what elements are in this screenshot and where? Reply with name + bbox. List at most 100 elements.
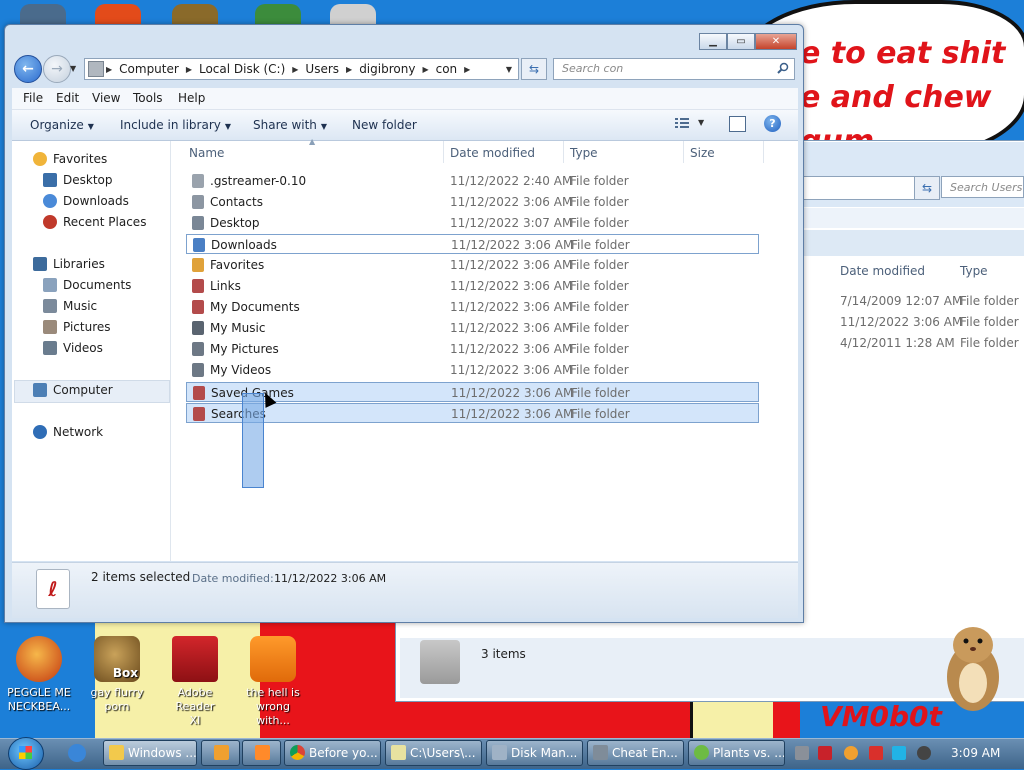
- background-search-input[interactable]: Search Users: [941, 176, 1024, 198]
- desktop-shortcut-uc[interactable]: the hell is wrong with...: [238, 636, 308, 728]
- file-row[interactable]: .gstreamer-0.10 11/12/2022 2:40 AM File fo…: [186, 171, 759, 191]
- taskbar-notepad[interactable]: C:\Users\...: [385, 740, 482, 766]
- box-badge: Box: [112, 666, 138, 680]
- file-row[interactable]: Desktop 11/12/2022 3:07 AM File folder: [186, 213, 759, 233]
- column-divider[interactable]: [683, 141, 684, 163]
- nav-favorites[interactable]: Favorites: [33, 152, 107, 166]
- desktop-icon-top[interactable]: [255, 4, 301, 24]
- background-address-bar[interactable]: [803, 176, 915, 200]
- file-type: File folder: [570, 258, 629, 272]
- nav-libraries[interactable]: Libraries: [33, 257, 105, 271]
- file-row[interactable]: My Pictures 11/12/2022 3:06 AM File folder: [186, 339, 759, 359]
- breadcrumb-local-disk[interactable]: Local Disk (C:): [194, 62, 290, 76]
- preview-pane-icon[interactable]: [729, 116, 746, 132]
- column-divider[interactable]: [563, 141, 564, 163]
- menu-edit[interactable]: Edit: [56, 91, 79, 105]
- menu-file[interactable]: File: [23, 91, 43, 105]
- file-row[interactable]: My Documents 11/12/2022 3:06 AM File folde…: [186, 297, 759, 317]
- nav-videos[interactable]: Videos: [43, 341, 103, 355]
- nav-downloads[interactable]: Downloads: [43, 194, 129, 208]
- chevron-right-icon[interactable]: ▶: [344, 65, 354, 74]
- breadcrumb-users[interactable]: Users: [300, 62, 344, 76]
- nav-pictures[interactable]: Pictures: [43, 320, 111, 334]
- recent-pages-dropdown[interactable]: ▼: [70, 64, 76, 73]
- desktop-shortcut-box[interactable]: Box gay flurry porn: [82, 636, 152, 714]
- change-view-icon[interactable]: [675, 117, 689, 129]
- column-date-modified[interactable]: Date modified: [840, 264, 925, 278]
- tray-icon[interactable]: [844, 746, 858, 760]
- tray-icon[interactable]: [869, 746, 883, 760]
- column-size[interactable]: Size: [690, 146, 715, 160]
- file-row[interactable]: Contacts 11/12/2022 3:06 AM File folder: [186, 192, 759, 212]
- desktop-icon-top[interactable]: [172, 4, 218, 24]
- forward-button[interactable]: →: [43, 55, 71, 83]
- nav-recent-places[interactable]: Recent Places: [43, 215, 146, 229]
- file-row-selected[interactable]: Searches 11/12/2022 3:06 AM File folder: [186, 403, 759, 423]
- desktop-icon-top[interactable]: [20, 4, 66, 24]
- chevron-right-icon[interactable]: ▶: [104, 65, 114, 74]
- background-refresh-button[interactable]: ⇆: [914, 176, 940, 200]
- file-name: My Documents: [210, 300, 300, 314]
- internet-explorer-icon[interactable]: [68, 744, 86, 762]
- shortcut-label: the hell is: [246, 686, 300, 699]
- taskbar-clock[interactable]: 3:09 AM: [951, 746, 1000, 760]
- minimize-button[interactable]: ▁: [699, 33, 727, 50]
- breadcrumb-computer[interactable]: Computer: [114, 62, 184, 76]
- nav-network[interactable]: Network: [33, 425, 103, 439]
- taskbar-uc-browser[interactable]: [242, 740, 281, 766]
- taskbar-windows-explorer[interactable]: Windows ...: [103, 740, 197, 766]
- file-row[interactable]: My Videos 11/12/2022 3:06 AM File folder: [186, 360, 759, 380]
- file-row[interactable]: Favorites 11/12/2022 3:06 AM File folder: [186, 255, 759, 275]
- desktop-icon-top[interactable]: [95, 4, 141, 24]
- maximize-button[interactable]: ▭: [727, 33, 755, 50]
- nav-computer[interactable]: Computer: [33, 383, 113, 397]
- address-bar[interactable]: ▶ Computer ▶ Local Disk (C:) ▶ Users ▶ d…: [84, 58, 519, 80]
- tray-icon[interactable]: [892, 746, 906, 760]
- column-type[interactable]: Type: [570, 146, 598, 160]
- tray-icon[interactable]: [795, 746, 809, 760]
- chevron-right-icon[interactable]: ▶: [184, 65, 194, 74]
- taskbar-cheat-engine[interactable]: Cheat En...: [587, 740, 684, 766]
- menu-help[interactable]: Help: [178, 91, 205, 105]
- menu-view[interactable]: View: [92, 91, 120, 105]
- nav-documents[interactable]: Documents: [43, 278, 131, 292]
- column-divider[interactable]: [763, 141, 764, 163]
- column-type[interactable]: Type: [960, 264, 988, 278]
- file-row[interactable]: My Music 11/12/2022 3:06 AM File folder: [186, 318, 759, 338]
- desktop-shortcut-peggle[interactable]: PEGGLE ME NECKBEA...: [4, 636, 74, 714]
- nav-music[interactable]: Music: [43, 299, 97, 313]
- organize-button[interactable]: Organize ▼: [30, 118, 94, 132]
- taskbar-media-player[interactable]: [201, 740, 240, 766]
- tray-icon[interactable]: [818, 746, 832, 760]
- help-icon[interactable]: ?: [764, 115, 781, 132]
- taskbar-disk-management[interactable]: Disk Man...: [486, 740, 583, 766]
- share-with-button[interactable]: Share with ▼: [253, 118, 327, 132]
- chevron-right-icon[interactable]: ▶: [290, 65, 300, 74]
- file-row[interactable]: Downloads 11/12/2022 3:06 AM File folder: [186, 234, 759, 254]
- back-button[interactable]: ←: [14, 55, 42, 83]
- desktop-shortcut-adobe-reader[interactable]: Adobe Reader XI: [160, 636, 230, 728]
- chevron-right-icon[interactable]: ▶: [420, 65, 430, 74]
- file-row[interactable]: Links 11/12/2022 3:06 AM File folder: [186, 276, 759, 296]
- search-input[interactable]: Search con: [553, 58, 795, 80]
- breadcrumb-user[interactable]: digibrony: [354, 62, 420, 76]
- column-name[interactable]: Name: [189, 146, 224, 160]
- menu-tools[interactable]: Tools: [133, 91, 163, 105]
- column-divider[interactable]: [443, 141, 444, 163]
- address-dropdown[interactable]: ▼: [506, 65, 512, 74]
- new-folder-button[interactable]: New folder: [352, 118, 417, 132]
- column-date-modified[interactable]: Date modified: [450, 146, 535, 160]
- taskbar-plants-vs-zombies[interactable]: Plants vs. ...: [688, 740, 785, 766]
- taskbar-chrome[interactable]: Before yo...: [284, 740, 381, 766]
- volume-icon[interactable]: [917, 746, 931, 760]
- breadcrumb-current[interactable]: con: [431, 62, 463, 76]
- nav-desktop[interactable]: Desktop: [43, 173, 113, 187]
- search-icon[interactable]: [777, 62, 789, 74]
- chevron-down-icon[interactable]: ▼: [698, 118, 704, 127]
- close-button[interactable]: ✕: [755, 33, 797, 50]
- refresh-button[interactable]: ⇆: [521, 58, 547, 80]
- chevron-right-icon[interactable]: ▶: [462, 65, 472, 74]
- include-in-library-button[interactable]: Include in library ▼: [120, 118, 231, 132]
- taskbar-label: Before yo...: [309, 746, 378, 760]
- desktop-icon-top[interactable]: [330, 4, 376, 24]
